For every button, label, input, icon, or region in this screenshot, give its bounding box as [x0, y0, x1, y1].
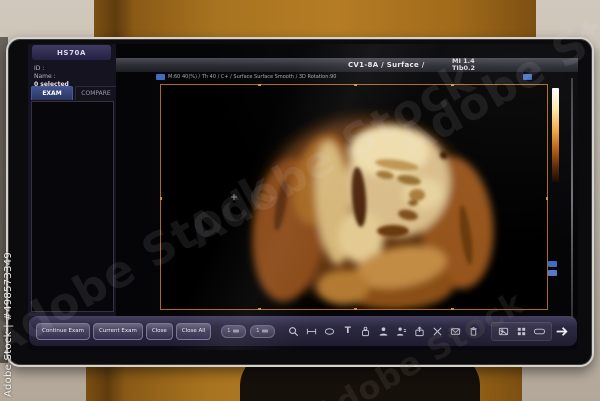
- probe-preset-label: CV1-8A / Surface /: [348, 61, 425, 69]
- acoustic-output-readout: MI 1.4 TIb0.2: [452, 58, 475, 72]
- text-tool-glyph: T: [345, 327, 351, 336]
- print-1-button[interactable]: 1: [221, 325, 246, 338]
- roi-tick: [354, 84, 357, 86]
- caliper-icon[interactable]: [305, 325, 318, 338]
- email-icon[interactable]: [449, 325, 462, 338]
- close-button[interactable]: Close: [146, 323, 173, 340]
- compare-icon[interactable]: [431, 325, 444, 338]
- roi-tick: [354, 308, 357, 310]
- print-count: 1: [256, 328, 259, 334]
- system-model-label: HS70A: [32, 45, 111, 60]
- bodymarker-icon[interactable]: [359, 325, 372, 338]
- worklist-icon[interactable]: [395, 325, 408, 338]
- annotation-tools: T: [287, 325, 480, 338]
- zoom-icon[interactable]: [287, 325, 300, 338]
- export-icon[interactable]: [413, 325, 426, 338]
- next-page-arrow-button[interactable]: [555, 325, 568, 338]
- printer-icon: [232, 328, 240, 334]
- close-all-button[interactable]: Close All: [176, 323, 212, 340]
- continue-exam-button[interactable]: Continue Exam: [36, 323, 90, 340]
- sidebar-tabs: EXAM COMPARE: [31, 86, 117, 100]
- parameter-line: M:60 40(%) / Th 40 / C+ / Surface Surfac…: [156, 72, 532, 81]
- watermark-id-label: Adobe Stock | #498573349: [3, 252, 14, 397]
- image-nav-icon[interactable]: [548, 261, 557, 267]
- monitor: HS70A ID : Name : 0 selected EXAM COMPAR…: [6, 37, 594, 367]
- wooden-door-top: [94, 0, 536, 38]
- main-display: CV1-8A / Surface / MI 1.4 TIb0.2 M:60 40…: [116, 44, 578, 316]
- label-tag-icon[interactable]: [533, 325, 546, 338]
- patient-icon[interactable]: [377, 325, 390, 338]
- patient-name-label: Name :: [34, 73, 69, 81]
- print-button-group: 1 1: [221, 325, 275, 338]
- image-nav-icon[interactable]: [548, 270, 557, 276]
- ultrasound-image-area[interactable]: [160, 84, 548, 310]
- printer-icon: [261, 328, 269, 334]
- render-parameters: M:60 40(%) / Th 40 / C+ / Surface Surfac…: [168, 74, 520, 80]
- roi-tick: [258, 308, 261, 310]
- current-exam-button[interactable]: Current Exam: [93, 323, 143, 340]
- tib-value: TIb0.2: [452, 65, 475, 72]
- text-tool-icon[interactable]: T: [341, 325, 354, 338]
- thumbnail-list-panel[interactable]: [31, 101, 114, 312]
- fetus-3d-render: [161, 85, 547, 309]
- tab-exam[interactable]: EXAM: [31, 86, 73, 100]
- roi-tick: [258, 84, 261, 86]
- screen-edge-reflection: [571, 78, 573, 318]
- image-preview-icon[interactable]: [497, 325, 510, 338]
- roi-tick: [451, 84, 454, 86]
- grid-layout-icon[interactable]: [515, 325, 528, 338]
- sidebar: HS70A ID : Name : 0 selected EXAM COMPAR…: [28, 44, 116, 316]
- tab-compare[interactable]: COMPARE: [75, 86, 117, 100]
- stock-photo: HS70A ID : Name : 0 selected EXAM COMPAR…: [0, 0, 600, 401]
- roi-tick: [160, 197, 162, 200]
- roi-tick: [451, 308, 454, 310]
- render-colormap-bar: [552, 88, 559, 182]
- mode-indicator-icon[interactable]: [156, 74, 165, 80]
- delete-icon[interactable]: [467, 325, 480, 338]
- annotation-indicator-icon[interactable]: [523, 74, 532, 80]
- roi-tick: [546, 197, 548, 200]
- print-count: 1: [227, 328, 230, 334]
- ellipse-tool-icon[interactable]: [323, 325, 336, 338]
- print-2-button[interactable]: 1: [250, 325, 275, 338]
- status-bar: CV1-8A / Surface / MI 1.4 TIb0.2: [116, 58, 578, 72]
- display-tool-group: [491, 322, 552, 341]
- patient-id-label: ID :: [34, 65, 69, 73]
- ultrasound-screen: HS70A ID : Name : 0 selected EXAM COMPAR…: [28, 44, 578, 350]
- bottom-toolbar: Continue Exam Current Exam Close Close A…: [29, 316, 577, 346]
